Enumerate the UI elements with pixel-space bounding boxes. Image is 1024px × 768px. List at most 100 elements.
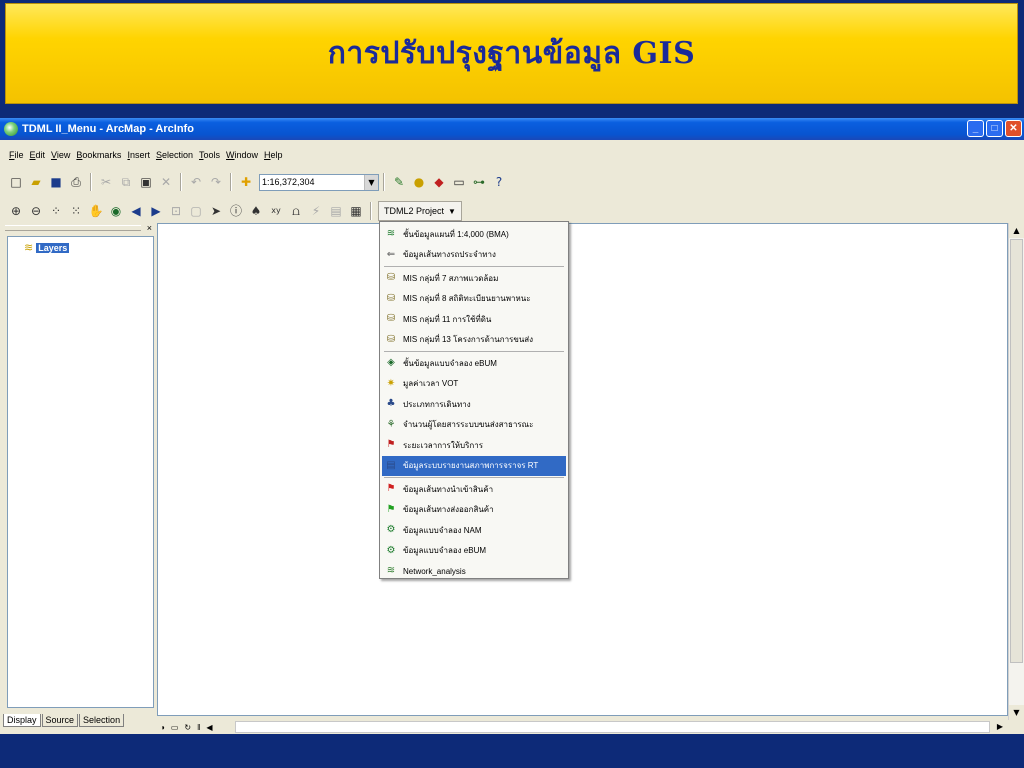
paste-icon[interactable]: ▣	[138, 174, 154, 190]
menu-edit[interactable]: Edit	[30, 150, 46, 160]
dropdown-menu-item[interactable]: ⛁ MIS กลุ่มที่ 8 สถิติทะเบียนยานพาหนะ	[380, 289, 568, 310]
dropdown-menu-item[interactable]: ◈ ชั้นข้อมูลแบบจำลอง eBUM	[380, 353, 568, 374]
cut-icon[interactable]: ✂	[98, 174, 114, 190]
dropdown-menu-item[interactable]: ⚙ ข้อมูลแบบจำลอง NAM	[380, 520, 568, 541]
dropdown-menu-item[interactable]: ✷ มูลค่าเวลา VOT	[380, 374, 568, 395]
minimize-button[interactable]: _	[967, 120, 984, 137]
pan-hand-icon[interactable]: ✋	[88, 203, 104, 219]
arcmap-globe-icon	[4, 122, 18, 136]
zoom-in-icon[interactable]: ⊕	[8, 203, 24, 219]
refresh-icon[interactable]: ↻	[184, 723, 191, 732]
go-to-xy-icon[interactable]: xy	[268, 203, 284, 219]
dropdown-menu-item[interactable]: ⚑ ข้อมูลเส้นทางส่งออกสินค้า	[380, 500, 568, 521]
layers-label[interactable]: Layers	[36, 242, 70, 253]
menu-insert[interactable]: Insert	[127, 150, 150, 160]
title-bar[interactable]: TDML II_Menu - ArcMap - ArcInfo _ □ ✕	[0, 118, 1024, 140]
model-builder-icon[interactable]: ⊶	[471, 174, 487, 190]
fixed-zoom-in-icon[interactable]: ⁘	[48, 203, 64, 219]
map-display-area[interactable]	[157, 223, 1008, 716]
data-view-icon[interactable]: ◑	[160, 723, 165, 732]
layers-data-frame[interactable]: ≋ Layers	[24, 241, 70, 254]
dropdown-menu-item[interactable]: ≋ Network_analysis	[380, 561, 568, 582]
menu-tools[interactable]: Tools	[199, 150, 220, 160]
vertical-scrollbar[interactable]: ▲ ▼	[1008, 223, 1024, 720]
redo-icon[interactable]: ↷	[208, 174, 224, 190]
zoom-out-icon[interactable]: ⊖	[28, 203, 44, 219]
dropdown-menu-item[interactable]: ▤ ข้อมูลระบบรายงานสภาพการจราจร RT	[382, 455, 566, 476]
tab-source[interactable]: Source	[41, 714, 79, 727]
fixed-zoom-out-icon[interactable]: ⁙	[68, 203, 84, 219]
layers-stack-icon: ≋	[24, 241, 34, 254]
travel-type-icon: ♣	[386, 398, 396, 410]
map-scale-combo[interactable]: 1:16,372,304 ▼	[259, 173, 379, 191]
dropdown-menu-item[interactable]: ♣ ประเภทการเดินทาง	[380, 394, 568, 415]
menu-view[interactable]: View	[51, 150, 70, 160]
close-button[interactable]: ✕	[1005, 120, 1022, 137]
tab-selection[interactable]: Selection	[79, 714, 125, 727]
menu-separator	[384, 351, 564, 352]
layout-view-icon[interactable]: ▭	[171, 723, 179, 732]
arctoolbox-icon[interactable]: ◆	[431, 174, 447, 190]
add-data-icon[interactable]: ✚	[238, 174, 254, 190]
tdml2-project-menu-button[interactable]: TDML2 Project ▼	[378, 201, 462, 221]
scroll-down-arrow-icon[interactable]: ▼	[1009, 705, 1024, 720]
pause-drawing-icon[interactable]: ‖	[197, 723, 200, 732]
select-features-icon[interactable]: ⊡	[168, 203, 184, 219]
menu-bookmarks[interactable]: Bookmarks	[76, 150, 121, 160]
dropdown-menu-item[interactable]: ⚑ ระยะเวลาการให้บริการ	[380, 435, 568, 456]
editor-toolbar-icon[interactable]: ✎	[391, 174, 407, 190]
full-extent-globe-icon[interactable]: ◉	[108, 203, 124, 219]
html-popup-icon[interactable]: ▤	[328, 203, 344, 219]
menu-window[interactable]: Window	[226, 150, 258, 160]
select-elements-icon[interactable]: ➤	[208, 203, 224, 219]
find-binoculars-icon[interactable]: ♠	[248, 203, 264, 219]
dropdown-menu-item[interactable]: ⛁ MIS กลุ่มที่ 13 โครงการด้านการขนส่ง	[380, 330, 568, 351]
menu-selection[interactable]: Selection	[156, 150, 193, 160]
dropdown-menu-item[interactable]: ⚘ จำนวนผู้โดยสารระบบขนส่งสาธารณะ	[380, 415, 568, 436]
forward-arrow-icon[interactable]: ▶	[148, 203, 164, 219]
toc-close-icon[interactable]: ×	[147, 223, 152, 233]
menu-file[interactable]: File	[9, 150, 24, 160]
delete-icon[interactable]: ✕	[158, 174, 174, 190]
menu-help[interactable]: Help	[264, 150, 283, 160]
command-line-icon[interactable]: ▭	[451, 174, 467, 190]
copy-icon[interactable]: ⧉	[118, 174, 134, 190]
service-time-icon: ⚑	[386, 439, 396, 451]
new-document-icon[interactable]: □	[8, 174, 24, 190]
arccatalog-icon[interactable]: ●	[411, 174, 427, 190]
traffic-report-icon: ▤	[386, 459, 396, 471]
whats-this-help-icon[interactable]: ?	[491, 174, 507, 190]
time-slider-icon[interactable]: ▦	[348, 203, 364, 219]
dropdown-menu-item[interactable]: ⚑ ข้อมูลเส้นทางนำเข้าสินค้า	[380, 479, 568, 500]
menu-item-label: ข้อมูลเส้นทางส่งออกสินค้า	[403, 505, 494, 515]
save-icon[interactable]: ■	[48, 174, 64, 190]
hyperlink-icon[interactable]: ⚡	[308, 203, 324, 219]
scroll-thumb[interactable]	[1010, 239, 1023, 663]
dropdown-menu-item[interactable]: ⛁ MIS กลุ่มที่ 11 การใช้ที่ดิน	[380, 309, 568, 330]
toolbar-separator	[230, 173, 232, 191]
print-icon[interactable]: ⎙	[68, 174, 84, 190]
toc-drag-grip[interactable]	[5, 225, 141, 231]
maximize-button[interactable]: □	[986, 120, 1003, 137]
chevron-down-icon[interactable]: ▼	[364, 174, 378, 190]
undo-icon[interactable]: ↶	[188, 174, 204, 190]
bus-route-icon: ⇐	[386, 248, 396, 260]
toc-tabs: Display Source Selection	[3, 714, 125, 727]
dropdown-menu-item[interactable]: ⇐ ข้อมูลเส้นทางรถประจำทาง	[380, 245, 568, 266]
scroll-right-arrow-icon[interactable]: ▶	[994, 720, 1006, 734]
scroll-up-arrow-icon[interactable]: ▲	[1009, 223, 1024, 238]
toc-layer-list[interactable]: ≋ Layers	[7, 236, 154, 708]
tab-display[interactable]: Display	[3, 714, 41, 727]
identify-icon[interactable]: ⓘ	[228, 203, 244, 219]
open-folder-icon[interactable]: ▰	[28, 174, 44, 190]
menu-item-label: ข้อมูลเส้นทางรถประจำทาง	[403, 250, 496, 260]
back-arrow-icon[interactable]: ◀	[128, 203, 144, 219]
dropdown-menu-item[interactable]: ≋ ชั้นข้อมูลแผนที่ 1:4,000 (BMA)	[380, 224, 568, 245]
dropdown-menu-item[interactable]: ⚙ ข้อมูลแบบจำลอง eBUM	[380, 541, 568, 562]
horizontal-scroll-track[interactable]	[235, 721, 990, 733]
clear-selection-icon[interactable]: ▢	[188, 203, 204, 219]
measure-icon[interactable]: ⩍	[288, 203, 304, 219]
scroll-left-arrow-icon[interactable]: ◀	[206, 723, 212, 732]
menu-item-label: ประเภทการเดินทาง	[403, 399, 471, 409]
dropdown-menu-item[interactable]: ⛁ MIS กลุ่มที่ 7 สภาพแวดล้อม	[380, 268, 568, 289]
